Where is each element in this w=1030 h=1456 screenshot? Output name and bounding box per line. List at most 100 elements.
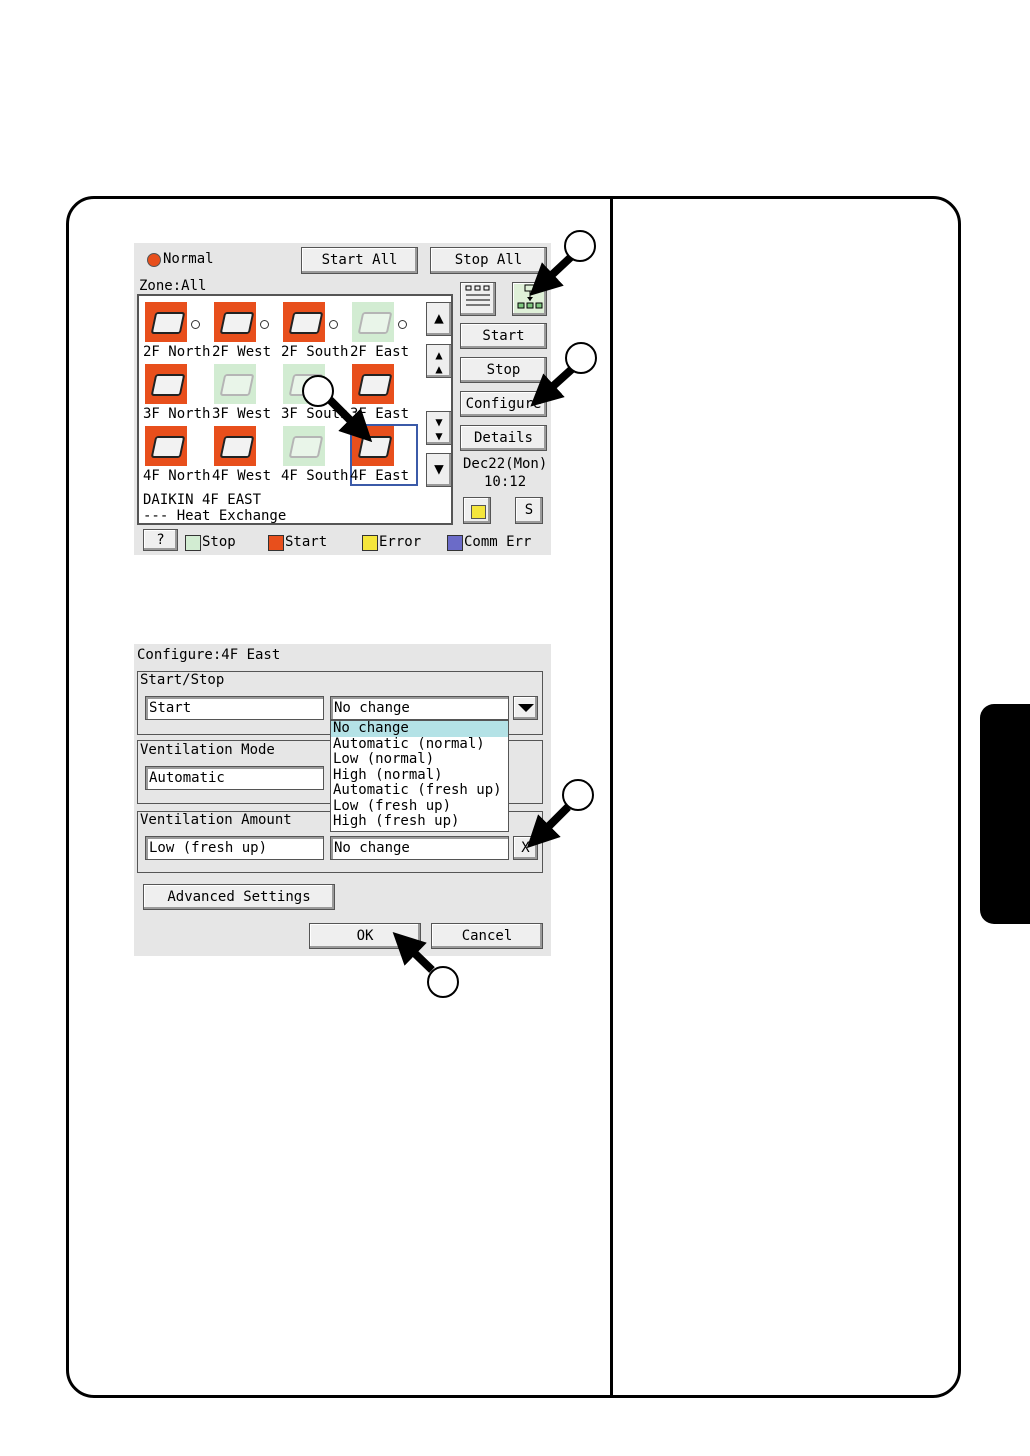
unit-indicator-icon [191,320,200,329]
unit-tile[interactable]: 3F North [143,362,211,424]
zone-view-button[interactable] [512,282,547,316]
legend-stop-swatch [185,535,201,551]
dropdown-option[interactable]: Automatic (normal) [331,736,508,753]
lock-button[interactable] [463,497,491,524]
unit-indicator-icon [329,320,338,329]
unit-label: 3F West [212,406,272,422]
details-button[interactable]: Details [460,425,547,451]
unit-label: 3F East [350,406,410,422]
configure-button[interactable]: Configure [460,391,547,417]
ok-button[interactable]: OK [309,923,421,949]
advanced-settings-button[interactable]: Advanced Settings [143,884,335,910]
dropdown-option[interactable]: Low (fresh up) [331,798,508,815]
selected-unit-type: --- Heat Exchange [143,508,287,524]
unit-label: 3F South [281,406,349,422]
zone-label: Zone:All [139,278,207,294]
time-display: 10:12 [484,474,527,490]
unit-grid: 2F North 2F West 2F South 2F East 3F North 3F… [137,294,453,525]
list-view-button[interactable] [460,282,496,316]
scroll-up-button[interactable]: ▲ [426,302,452,336]
cassette-unit-icon [214,302,256,342]
unit-tile[interactable]: 2F East [350,300,418,362]
startstop-heading: Start/Stop [140,672,225,688]
start-button[interactable]: Start [460,323,547,349]
unit-label: 3F North [143,406,211,422]
startstop-dropdown-list: No change Automatic (normal) Low (normal… [330,720,509,832]
unit-tile[interactable]: 2F West [212,300,280,362]
ventilator-unit-icon [214,364,256,404]
column-divider [610,198,613,1397]
unit-label: 4F East [350,468,410,484]
arrow-down-icon: ▼ [434,459,444,478]
unit-indicator-icon [398,320,407,329]
legend-start-swatch [268,535,284,551]
legend-comm-err-label: Comm Err [464,534,532,550]
dropdown-option[interactable]: Low (normal) [331,751,508,768]
legend-error-swatch [362,535,378,551]
cancel-button[interactable]: Cancel [431,923,543,949]
unit-tile[interactable]: 2F North [143,300,211,362]
page-down-button[interactable]: ▼ ▼ [426,411,452,445]
ventmode-heading: Ventilation Mode [140,742,275,758]
dropdown-arrow-icon [518,704,534,712]
help-button[interactable]: ? [143,529,178,551]
unit-tile[interactable]: 3F East [350,362,418,424]
dropdown-option[interactable]: Automatic (fresh up) [331,782,508,799]
section-tab [980,704,1030,924]
double-arrow-down-icon: ▼ ▼ [435,415,443,443]
ventamount-select[interactable]: No change [330,836,509,860]
ventamount-heading: Ventilation Amount [140,812,292,828]
unit-tile[interactable]: 4F North [143,424,211,486]
unit-tile[interactable]: 4F West [212,424,280,486]
start-all-button[interactable]: Start All [301,247,418,274]
callout-circle [427,966,459,998]
ventmode-current-value: Automatic [145,766,324,790]
legend-error-label: Error [379,534,422,550]
cassette-unit-icon [214,426,256,466]
configure-screen: Configure:4F East Start/Stop Start No ch… [134,644,551,956]
startstop-current-value: Start [145,696,324,720]
configure-title: Configure:4F East [137,647,281,663]
startstop-select[interactable]: No change [330,696,509,720]
unit-tile[interactable]: 4F South [281,424,349,486]
page-up-button[interactable]: ▲ ▲ [426,344,452,378]
cassette-unit-icon [145,426,187,466]
selected-unit-name: DAIKIN 4F EAST [143,492,262,508]
unit-tile[interactable]: 3F West [212,362,280,424]
double-arrow-up-icon: ▲ ▲ [435,348,443,376]
arrow-up-icon: ▲ [434,308,444,327]
callout-circle [565,342,597,374]
dropdown-option[interactable]: No change [331,720,508,737]
stop-all-button[interactable]: Stop All [430,247,547,274]
unit-tile[interactable]: 2F South [281,300,349,362]
heat-exchanger-icon [352,426,394,466]
callout-circle [564,230,596,262]
unit-label: 2F South [281,344,349,360]
ceiling-unit-icon [145,302,187,342]
ceiling-suspended-unit-icon [145,364,187,404]
startstop-dropdown-button[interactable] [513,696,538,720]
unit-label: 4F South [281,468,349,484]
wall-unit-icon [352,302,394,342]
zone-tree-icon [517,284,542,309]
dropdown-option[interactable]: High (normal) [331,767,508,784]
monitor-screen: Normal Start All Stop All Zone:All 2F No… [134,243,551,555]
legend-start-label: Start [285,534,328,550]
ventamount-current-value: Low (fresh up) [145,836,324,860]
floor-standing-unit-icon [283,302,325,342]
unit-indicator-icon [260,320,269,329]
legend-comm-err-swatch [447,535,463,551]
dropdown-option[interactable]: High (fresh up) [331,813,508,830]
callout-circle [562,779,594,811]
date-display: Dec22(Mon) [463,456,548,472]
cassette-unit-icon [352,364,394,404]
legend-stop-label: Stop [202,534,236,550]
stop-button[interactable]: Stop [460,357,547,383]
clear-button[interactable]: X [513,836,538,860]
scroll-down-button[interactable]: ▼ [426,453,452,487]
status-indicator-icon [147,253,161,267]
s-button[interactable]: S [515,497,543,524]
list-view-icon [465,285,490,306]
unit-tile[interactable]: 4F East [350,424,418,486]
status-label: Normal [163,251,214,267]
